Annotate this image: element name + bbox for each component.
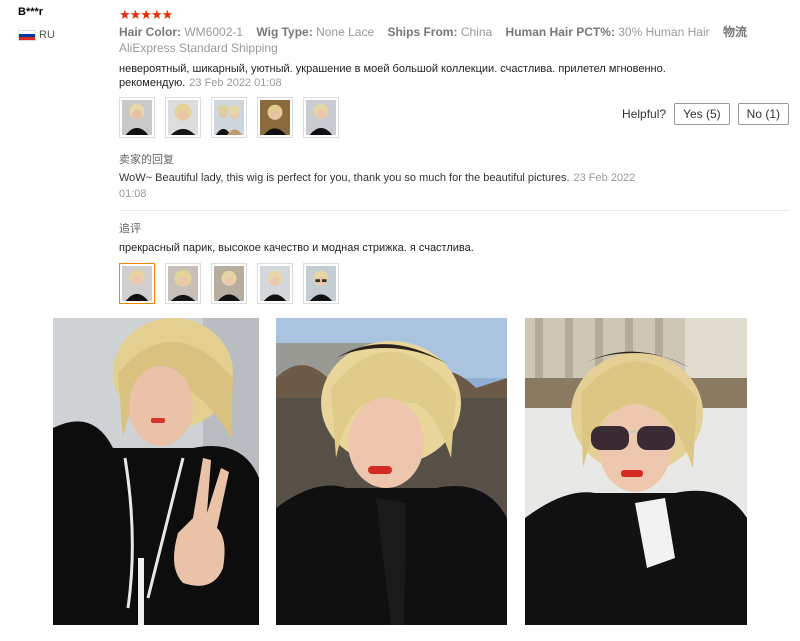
reviewer-name: B***r: [18, 6, 44, 18]
helpful-label: Helpful?: [622, 107, 667, 121]
review-thumbnail[interactable]: [257, 97, 293, 138]
country-code: RU: [39, 29, 55, 41]
review-photo-large[interactable]: [525, 318, 747, 625]
seller-reply-date: 23 Feb 2022: [573, 172, 636, 184]
helpful-vote: Helpful? Yes (5) No (1): [622, 103, 789, 125]
followup-thumbnail[interactable]: [211, 263, 247, 304]
review-thumbnail[interactable]: [119, 97, 155, 138]
star-rating: ★ ★ ★ ★ ★: [119, 7, 174, 23]
review-thumbnail[interactable]: [165, 97, 201, 138]
divider: [119, 210, 789, 211]
followup-thumbnail[interactable]: [165, 263, 201, 304]
reviewer-country: RU: [18, 29, 108, 41]
attribute-wig-type: Wig Type: None Lace: [256, 25, 375, 39]
review-thumbnails: [119, 97, 339, 138]
followup-thumbnails: [119, 263, 339, 304]
followup-thumbnail[interactable]: [303, 263, 339, 304]
followup-label: 追评: [119, 223, 141, 235]
reviewer-info: B***r RU: [18, 6, 108, 41]
seller-reply-label: 卖家的回复: [119, 154, 174, 166]
helpful-yes-button[interactable]: Yes (5): [674, 103, 730, 125]
star-icon: ★: [119, 7, 131, 22]
star-icon: ★: [140, 7, 152, 22]
review-date: 23 Feb 2022 01:08: [189, 77, 282, 89]
followup-thumbnail-selected[interactable]: [119, 263, 155, 304]
attribute-human-hair-pct: Human Hair PCT%: 30% Human Hair: [505, 25, 710, 39]
helpful-no-button[interactable]: No (1): [737, 103, 789, 125]
star-icon: ★: [129, 7, 142, 22]
star-icon: ★: [150, 7, 163, 22]
russia-flag-icon: [18, 29, 36, 41]
review-photo-large[interactable]: [53, 318, 259, 625]
followup-thumbnail[interactable]: [257, 263, 293, 304]
attribute-hair-color: Hair Color: WM6002-1: [119, 25, 244, 39]
product-attributes: Hair Color: WM6002-1 Wig Type: None Lace…: [119, 24, 789, 56]
review-text: невероятный, шикарный, уютный. украшение…: [119, 63, 666, 89]
review-thumbnail[interactable]: [303, 97, 339, 138]
review-thumbnail[interactable]: [211, 97, 247, 138]
followup-text: прекрасный парик, высокое качество и мод…: [119, 242, 474, 254]
review-photo-large[interactable]: [276, 318, 507, 625]
star-icon: ★: [161, 7, 174, 22]
attribute-ships-from: Ships From: China: [387, 25, 493, 39]
seller-reply: WoW~ Beautiful lady, this wig is perfect…: [119, 172, 636, 200]
